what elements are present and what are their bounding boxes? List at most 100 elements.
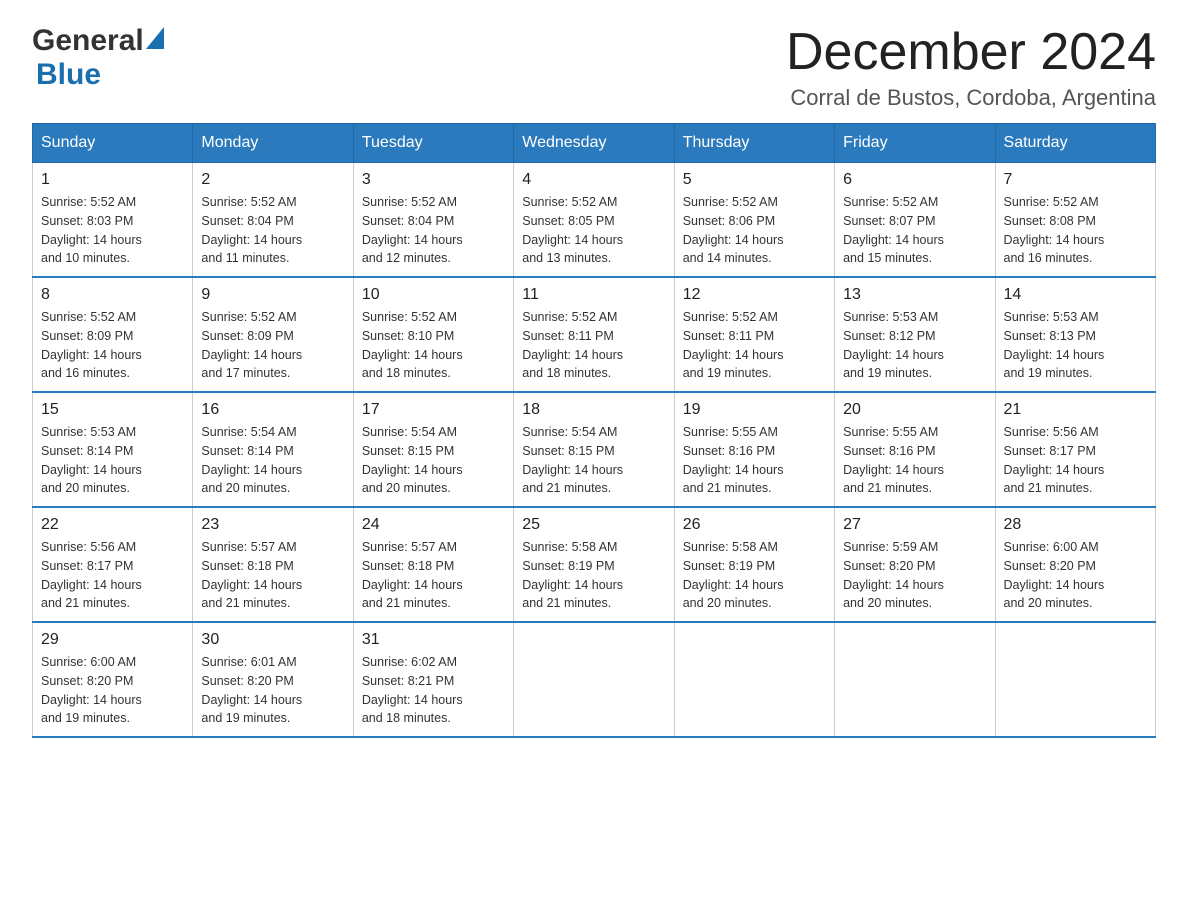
day-info: Sunrise: 5:52 AMSunset: 8:04 PMDaylight:…: [201, 193, 344, 268]
empty-day-cell: [674, 622, 834, 737]
day-info: Sunrise: 5:58 AMSunset: 8:19 PMDaylight:…: [683, 538, 826, 613]
day-info: Sunrise: 5:57 AMSunset: 8:18 PMDaylight:…: [201, 538, 344, 613]
calendar-day-cell: 28 Sunrise: 6:00 AMSunset: 8:20 PMDayligh…: [995, 507, 1155, 622]
day-number: 30: [201, 631, 344, 649]
calendar-day-cell: 10 Sunrise: 5:52 AMSunset: 8:10 PMDayligh…: [353, 277, 513, 392]
day-info: Sunrise: 5:54 AMSunset: 8:15 PMDaylight:…: [362, 423, 505, 498]
day-number: 18: [522, 401, 665, 419]
day-number: 2: [201, 171, 344, 189]
day-info: Sunrise: 5:55 AMSunset: 8:16 PMDaylight:…: [683, 423, 826, 498]
weekday-header-friday: Friday: [835, 124, 995, 163]
page-header: General Blue December 2024 Corral de Bus…: [32, 24, 1156, 111]
day-info: Sunrise: 5:53 AMSunset: 8:13 PMDaylight:…: [1004, 308, 1147, 383]
calendar-day-cell: 19Sunrise: 5:55 AMSunset: 8:16 PMDayligh…: [674, 392, 834, 507]
empty-day-cell: [835, 622, 995, 737]
calendar-day-cell: 3Sunrise: 5:52 AMSunset: 8:04 PMDaylight…: [353, 163, 513, 278]
empty-day-cell: [514, 622, 674, 737]
title-block: December 2024 Corral de Bustos, Cordoba,…: [786, 24, 1156, 111]
logo-general-text: General: [32, 24, 144, 58]
logo-triangle-icon: [146, 27, 164, 49]
calendar-day-cell: 21Sunrise: 5:56 AMSunset: 8:17 PMDayligh…: [995, 392, 1155, 507]
day-number: 10: [362, 286, 505, 304]
calendar-week-row: 22Sunrise: 5:56 AMSunset: 8:17 PMDayligh…: [33, 507, 1156, 622]
day-number: 11: [522, 286, 665, 304]
day-number: 27: [843, 516, 986, 534]
calendar-day-cell: 5 Sunrise: 5:52 AMSunset: 8:06 PMDaylight…: [674, 163, 834, 278]
calendar-day-cell: 18 Sunrise: 5:54 AMSunset: 8:15 PMDayligh…: [514, 392, 674, 507]
calendar-week-row: 8 Sunrise: 5:52 AMSunset: 8:09 PMDaylight…: [33, 277, 1156, 392]
logo: General Blue: [32, 24, 167, 92]
day-info: Sunrise: 5:58 AMSunset: 8:19 PMDaylight:…: [522, 538, 665, 613]
day-info: Sunrise: 5:52 AMSunset: 8:05 PMDaylight:…: [522, 193, 665, 268]
calendar-day-cell: 20 Sunrise: 5:55 AMSunset: 8:16 PMDayligh…: [835, 392, 995, 507]
day-info: Sunrise: 5:52 AMSunset: 8:08 PMDaylight:…: [1004, 193, 1147, 268]
day-info: Sunrise: 5:57 AMSunset: 8:18 PMDaylight:…: [362, 538, 505, 613]
day-info: Sunrise: 5:52 AMSunset: 8:10 PMDaylight:…: [362, 308, 505, 383]
day-number: 6: [843, 171, 986, 189]
day-number: 17: [362, 401, 505, 419]
day-number: 26: [683, 516, 826, 534]
calendar-day-cell: 22Sunrise: 5:56 AMSunset: 8:17 PMDayligh…: [33, 507, 193, 622]
weekday-header-monday: Monday: [193, 124, 353, 163]
weekday-header-thursday: Thursday: [674, 124, 834, 163]
calendar-week-row: 29Sunrise: 6:00 AMSunset: 8:20 PMDayligh…: [33, 622, 1156, 737]
calendar-day-cell: 30 Sunrise: 6:01 AMSunset: 8:20 PMDayligh…: [193, 622, 353, 737]
calendar-day-cell: 4 Sunrise: 5:52 AMSunset: 8:05 PMDaylight…: [514, 163, 674, 278]
day-number: 28: [1004, 516, 1147, 534]
day-number: 7: [1004, 171, 1147, 189]
month-title: December 2024: [786, 24, 1156, 81]
calendar-week-row: 15 Sunrise: 5:53 AMSunset: 8:14 PMDayligh…: [33, 392, 1156, 507]
calendar-day-cell: 24 Sunrise: 5:57 AMSunset: 8:18 PMDayligh…: [353, 507, 513, 622]
day-number: 12: [683, 286, 826, 304]
calendar-table: SundayMondayTuesdayWednesdayThursdayFrid…: [32, 123, 1156, 738]
calendar-day-cell: 13 Sunrise: 5:53 AMSunset: 8:12 PMDayligh…: [835, 277, 995, 392]
day-info: Sunrise: 5:53 AMSunset: 8:14 PMDaylight:…: [41, 423, 184, 498]
day-number: 8: [41, 286, 184, 304]
day-number: 4: [522, 171, 665, 189]
day-info: Sunrise: 6:00 AMSunset: 8:20 PMDaylight:…: [1004, 538, 1147, 613]
day-number: 15: [41, 401, 184, 419]
calendar-day-cell: 6 Sunrise: 5:52 AMSunset: 8:07 PMDaylight…: [835, 163, 995, 278]
weekday-header-wednesday: Wednesday: [514, 124, 674, 163]
location-title: Corral de Bustos, Cordoba, Argentina: [786, 85, 1156, 111]
day-info: Sunrise: 5:55 AMSunset: 8:16 PMDaylight:…: [843, 423, 986, 498]
weekday-header-saturday: Saturday: [995, 124, 1155, 163]
day-info: Sunrise: 5:52 AMSunset: 8:09 PMDaylight:…: [41, 308, 184, 383]
day-info: Sunrise: 5:52 AMSunset: 8:03 PMDaylight:…: [41, 193, 184, 268]
day-number: 13: [843, 286, 986, 304]
day-info: Sunrise: 5:53 AMSunset: 8:12 PMDaylight:…: [843, 308, 986, 383]
calendar-day-cell: 7 Sunrise: 5:52 AMSunset: 8:08 PMDaylight…: [995, 163, 1155, 278]
day-info: Sunrise: 5:59 AMSunset: 8:20 PMDaylight:…: [843, 538, 986, 613]
day-info: Sunrise: 5:54 AMSunset: 8:15 PMDaylight:…: [522, 423, 665, 498]
day-number: 24: [362, 516, 505, 534]
day-info: Sunrise: 5:52 AMSunset: 8:09 PMDaylight:…: [201, 308, 344, 383]
day-info: Sunrise: 5:52 AMSunset: 8:11 PMDaylight:…: [522, 308, 665, 383]
calendar-day-cell: 23Sunrise: 5:57 AMSunset: 8:18 PMDayligh…: [193, 507, 353, 622]
calendar-day-cell: 31 Sunrise: 6:02 AMSunset: 8:21 PMDayligh…: [353, 622, 513, 737]
day-info: Sunrise: 5:52 AMSunset: 8:06 PMDaylight:…: [683, 193, 826, 268]
day-number: 20: [843, 401, 986, 419]
day-info: Sunrise: 6:02 AMSunset: 8:21 PMDaylight:…: [362, 653, 505, 728]
day-number: 25: [522, 516, 665, 534]
day-info: Sunrise: 5:56 AMSunset: 8:17 PMDaylight:…: [1004, 423, 1147, 498]
calendar-day-cell: 1 Sunrise: 5:52 AMSunset: 8:03 PMDaylight…: [33, 163, 193, 278]
calendar-day-cell: 29Sunrise: 6:00 AMSunset: 8:20 PMDayligh…: [33, 622, 193, 737]
day-number: 29: [41, 631, 184, 649]
calendar-day-cell: 25 Sunrise: 5:58 AMSunset: 8:19 PMDayligh…: [514, 507, 674, 622]
calendar-day-cell: 11 Sunrise: 5:52 AMSunset: 8:11 PMDayligh…: [514, 277, 674, 392]
calendar-day-cell: 26 Sunrise: 5:58 AMSunset: 8:19 PMDayligh…: [674, 507, 834, 622]
empty-day-cell: [995, 622, 1155, 737]
calendar-week-row: 1 Sunrise: 5:52 AMSunset: 8:03 PMDaylight…: [33, 163, 1156, 278]
day-number: 9: [201, 286, 344, 304]
day-number: 3: [362, 171, 505, 189]
day-number: 1: [41, 171, 184, 189]
day-info: Sunrise: 6:01 AMSunset: 8:20 PMDaylight:…: [201, 653, 344, 728]
weekday-header-tuesday: Tuesday: [353, 124, 513, 163]
day-info: Sunrise: 5:56 AMSunset: 8:17 PMDaylight:…: [41, 538, 184, 613]
day-number: 16: [201, 401, 344, 419]
day-info: Sunrise: 5:52 AMSunset: 8:07 PMDaylight:…: [843, 193, 986, 268]
day-number: 5: [683, 171, 826, 189]
day-number: 31: [362, 631, 505, 649]
calendar-day-cell: 16Sunrise: 5:54 AMSunset: 8:14 PMDayligh…: [193, 392, 353, 507]
day-number: 14: [1004, 286, 1147, 304]
